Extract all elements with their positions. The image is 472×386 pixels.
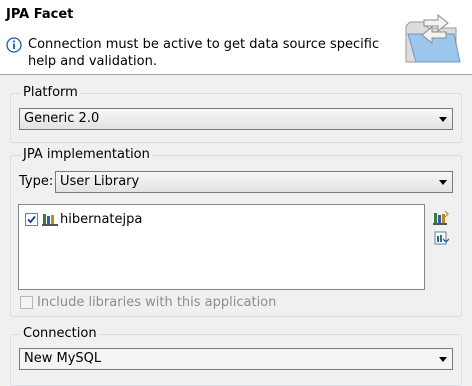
checkmark-icon	[27, 215, 36, 223]
download-library-icon[interactable]	[433, 230, 449, 246]
wizard-header: JPA Facet Connection must be active to g…	[0, 0, 472, 75]
include-libraries-label: Include libraries with this application	[37, 295, 277, 310]
chevron-down-icon[interactable]	[439, 117, 447, 122]
manage-libraries-icon[interactable]	[433, 210, 449, 226]
chevron-down-icon[interactable]	[439, 180, 447, 185]
jpa-implementation-group-label: JPA implementation	[21, 147, 152, 163]
platform-select-value: Generic 2.0	[24, 111, 100, 126]
connection-select[interactable]: New MySQL	[19, 348, 453, 370]
platform-select[interactable]: Generic 2.0	[19, 108, 453, 130]
include-libraries-checkbox[interactable]	[20, 296, 33, 309]
type-select-value: User Library	[60, 174, 140, 189]
folder-transfer-icon	[405, 13, 461, 63]
connection-group-label: Connection	[21, 326, 99, 342]
library-checkbox[interactable]	[25, 212, 38, 226]
info-message: Connection must be active to get data so…	[28, 37, 380, 69]
page-title: JPA Facet	[6, 7, 74, 22]
platform-group-label: Platform	[21, 85, 80, 101]
list-item[interactable]: hibernatejpa	[25, 211, 142, 227]
chevron-down-icon[interactable]	[439, 357, 447, 362]
library-name: hibernatejpa	[60, 211, 143, 227]
type-select[interactable]: User Library	[55, 171, 453, 193]
connection-select-value: New MySQL	[24, 351, 102, 366]
info-icon	[6, 37, 22, 53]
type-label: Type:	[19, 174, 54, 189]
library-list[interactable]: hibernatejpa	[18, 204, 425, 290]
library-icon	[42, 214, 58, 226]
include-libraries-row: Include libraries with this application	[20, 295, 276, 310]
